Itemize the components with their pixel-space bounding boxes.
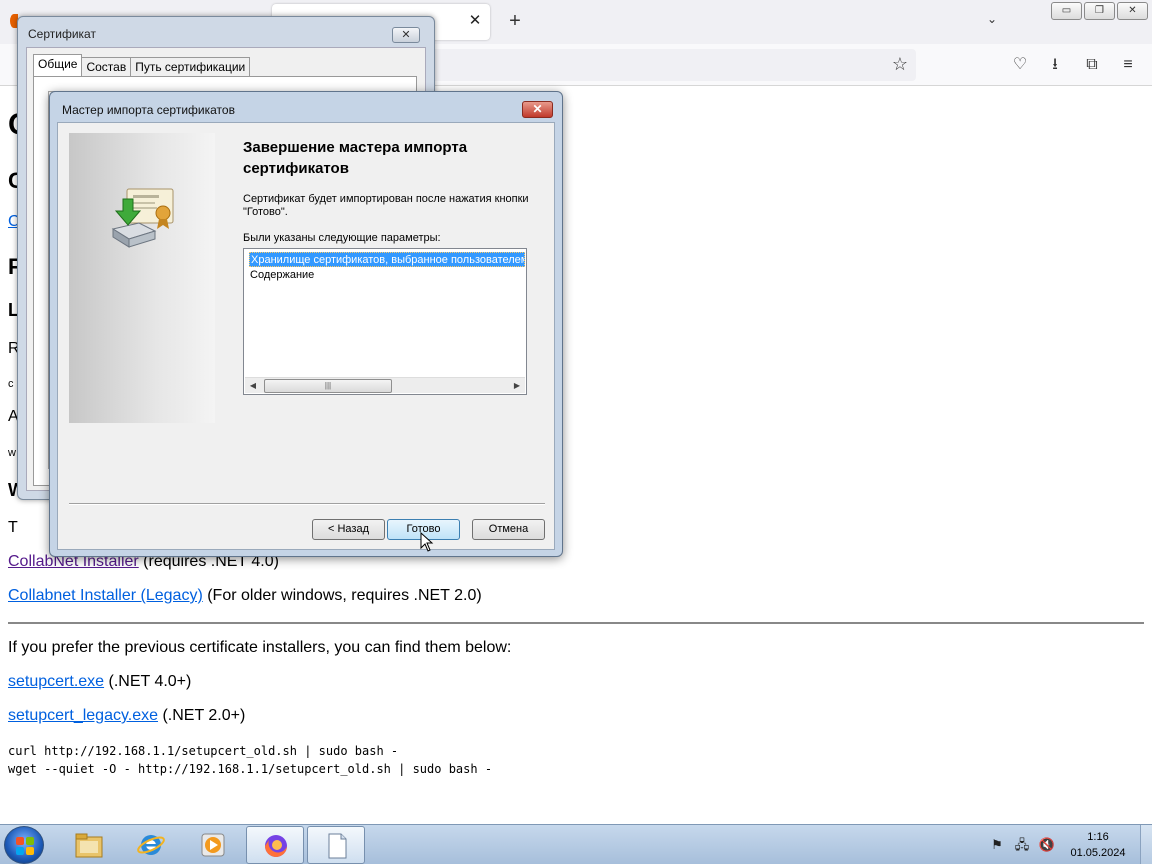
extensions-icon[interactable]: ⧉ [1081, 54, 1103, 76]
scroll-right-icon[interactable]: ▶ [509, 378, 525, 394]
list-item-store[interactable]: Хранилище сертификатов, выбранное пользо… [249, 252, 525, 267]
restore-button[interactable]: ❐ [1084, 2, 1115, 20]
start-button[interactable] [4, 826, 44, 864]
system-clock[interactable]: 1:16 01.05.2024 [1062, 829, 1134, 861]
setupcert-legacy-link[interactable]: setupcert_legacy.exe [8, 707, 158, 724]
setupcert-link[interactable]: setupcert.exe [8, 673, 104, 690]
taskbar-internet-explorer[interactable] [122, 826, 180, 864]
legacy-line: setupcert.exe (.NET 4.0+) [8, 673, 191, 691]
firefox-icon [265, 835, 287, 857]
legacy-note: (.NET 4.0+) [104, 673, 192, 690]
page-text-fragment: T [8, 519, 18, 536]
show-desktop-button[interactable] [1140, 825, 1152, 864]
scroll-thumb[interactable]: ||| [264, 379, 392, 393]
wizard-separator [69, 503, 545, 505]
collabnet-legacy-installer-link[interactable]: Collabnet Installer (Legacy) [8, 587, 203, 604]
wizard-close-button[interactable]: ✕ [522, 101, 553, 118]
media-player-icon [201, 833, 225, 857]
code-line: wget --quiet -O - http://192.168.1.1/set… [8, 762, 493, 776]
minimize-button[interactable]: ▭ [1051, 2, 1082, 20]
prefer-text: If you prefer the previous certificate i… [8, 639, 512, 656]
menu-icon[interactable]: ≡ [1117, 54, 1139, 76]
clock-time: 1:16 [1087, 831, 1109, 843]
taskbar-media-player[interactable] [184, 826, 242, 864]
wizard-title: Мастер импорта сертификатов [62, 103, 235, 117]
tab-certification-path[interactable]: Путь сертификации [130, 57, 251, 77]
tab-close-icon[interactable]: ✕ [466, 12, 484, 30]
wizard-heading: Завершение мастера импорта сертификатов [243, 139, 468, 177]
certificate-import-icon [111, 188, 174, 248]
clock-date: 01.05.2024 [1070, 847, 1126, 859]
wizard-side-panel [69, 133, 215, 423]
legacy-note: (.NET 2.0+) [158, 707, 246, 724]
document-icon [328, 833, 347, 859]
legacy-line: setupcert_legacy.exe (.NET 2.0+) [8, 707, 245, 725]
folder-icon [75, 833, 103, 858]
params-list[interactable]: Хранилище сертификатов, выбранное пользо… [243, 248, 527, 395]
scroll-left-icon[interactable]: ◀ [245, 378, 261, 394]
volume-muted-icon[interactable]: 🔇 [1038, 837, 1056, 853]
window-controls: ▭ ❐ ✕ [1051, 2, 1148, 20]
wizard-description: Сертификат будет импортирован после нажа… [243, 193, 529, 218]
url-bar[interactable] [430, 49, 916, 81]
code-line: curl http://192.168.1.1/setupcert_old.sh… [8, 744, 399, 758]
windows-logo-icon [16, 837, 34, 855]
certificate-tabs: Общие Состав Путь сертификации [33, 54, 251, 77]
new-tab-button[interactable]: + [505, 10, 525, 32]
page-text-fragment: w [8, 447, 16, 459]
pocket-icon[interactable]: ♡ [1009, 54, 1031, 76]
back-button[interactable]: < Назад [312, 519, 385, 540]
desktop: ✕ + ⌄ ▭ ❐ ✕ ☆ ♡ ⭳ ⧉ ≡ C C C F L R c A w … [0, 0, 1152, 864]
list-item-content[interactable]: Содержание [249, 268, 315, 283]
cancel-button[interactable]: Отмена [472, 519, 545, 540]
taskbar-document[interactable] [307, 826, 365, 864]
taskbar-firefox[interactable] [246, 826, 304, 864]
internet-explorer-icon [137, 835, 165, 855]
divider [8, 622, 1144, 624]
taskbar: ⚑ 🖧 🔇 1:16 01.05.2024 [0, 824, 1152, 864]
tab-general[interactable]: Общие [33, 54, 83, 77]
download-icon[interactable]: ⭳ [1044, 54, 1066, 76]
mouse-cursor-icon [420, 532, 434, 552]
horizontal-scrollbar[interactable]: ◀ ||| ▶ [245, 377, 525, 393]
wizard-body: Завершение мастера импорта сертификатов … [57, 122, 555, 550]
tab-details[interactable]: Состав [81, 57, 132, 77]
certificate-window-title: Сертификат [28, 27, 96, 41]
window-close-button[interactable]: ✕ [1117, 2, 1148, 20]
network-icon[interactable]: 🖧 [1013, 837, 1031, 853]
action-center-flag-icon[interactable]: ⚑ [988, 837, 1006, 853]
installer-line: Collabnet Installer (Legacy) (For older … [8, 587, 482, 605]
page-text-fragment: c [8, 378, 14, 390]
certificate-window-close-button[interactable]: ✕ [392, 27, 420, 43]
list-all-tabs-button[interactable]: ⌄ [982, 12, 1002, 32]
taskbar-explorer[interactable] [60, 826, 118, 864]
params-label: Были указаны следующие параметры: [243, 232, 441, 244]
certificate-import-wizard: Мастер импорта сертификатов ✕ Завершение… [49, 91, 563, 557]
installer-note: (For older windows, requires .NET 2.0) [202, 587, 482, 604]
bookmark-star-icon[interactable]: ☆ [889, 53, 911, 75]
